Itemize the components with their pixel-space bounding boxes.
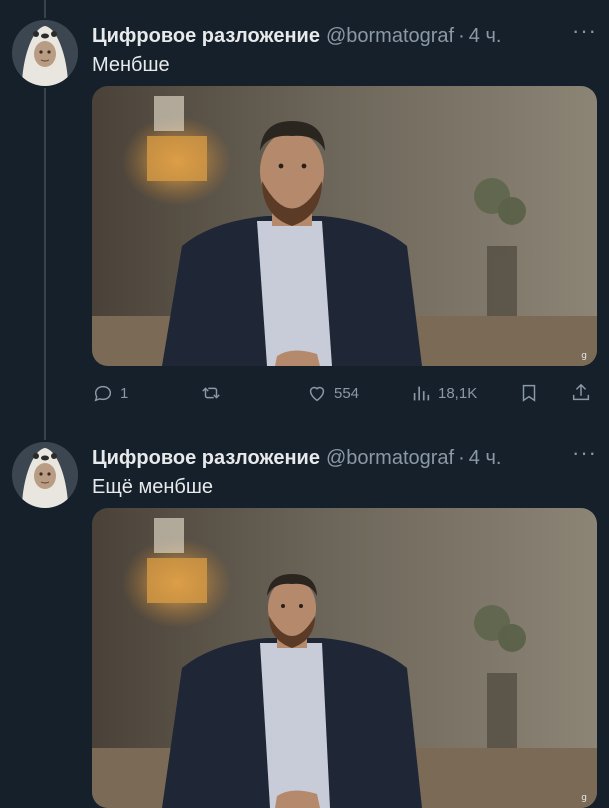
reply-icon — [94, 385, 112, 402]
tweet-header: Цифровое разложение @bormatograf · 4 ч. … — [92, 18, 597, 50]
separator-dot: · — [458, 446, 465, 469]
share-icon — [572, 383, 590, 401]
timestamp[interactable]: 4 ч. — [469, 25, 502, 48]
like-button[interactable]: 554 — [306, 382, 359, 404]
tweet-actions: 1 554 18,1K — [92, 382, 597, 406]
avatar[interactable] — [12, 442, 78, 508]
like-count: 554 — [334, 384, 360, 402]
like-icon — [309, 386, 325, 402]
views-count: 18,1K — [438, 384, 478, 402]
tweet-text: Менбше — [92, 54, 170, 76]
views-button[interactable]: 18,1K — [410, 382, 477, 404]
author-name[interactable]: Цифровое разложение — [92, 447, 320, 470]
avatar[interactable] — [12, 20, 78, 86]
views-icon — [413, 386, 430, 401]
author-handle[interactable]: @bormatograf — [326, 447, 454, 470]
tweet[interactable]: Цифровое разложение @bormatograf · 4 ч. … — [0, 18, 609, 420]
tweet-photo[interactable]: g — [92, 508, 597, 808]
separator-dot: · — [458, 24, 465, 47]
timestamp[interactable]: 4 ч. — [469, 447, 502, 470]
tweet-photo[interactable]: g — [92, 86, 597, 366]
thread-line-top — [44, 0, 46, 18]
author-name[interactable]: Цифровое разложение — [92, 25, 320, 48]
tweet-text: Ещё менбше — [92, 476, 214, 498]
retweet-icon — [202, 387, 220, 399]
share-button[interactable] — [570, 382, 592, 404]
bookmark-button[interactable] — [518, 382, 540, 404]
svg-text:g: g — [581, 793, 587, 803]
svg-text:g: g — [581, 351, 587, 361]
reply-button[interactable]: 1 — [92, 382, 128, 404]
tweet[interactable]: Цифровое разложение @bormatograf · 4 ч. … — [0, 440, 609, 808]
bookmark-icon — [522, 384, 536, 402]
author-handle[interactable]: @bormatograf — [326, 25, 454, 48]
more-options-icon[interactable]: ··· — [572, 440, 597, 466]
tweet-header: Цифровое разложение @bormatograf · 4 ч. … — [92, 440, 597, 472]
retweet-button[interactable] — [200, 382, 228, 404]
more-options-icon[interactable]: ··· — [572, 18, 597, 44]
reply-count: 1 — [120, 384, 129, 402]
